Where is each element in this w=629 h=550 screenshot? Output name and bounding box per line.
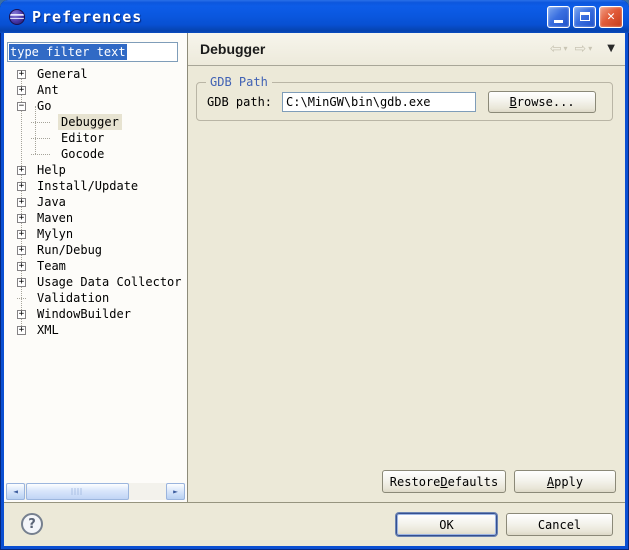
tree-item-label: Help [34,162,69,178]
tree[interactable]: + General + Ant−GoDebuggerEditorGocode + Help… [4,66,186,338]
restore-defaults-mnemonic: D [440,475,447,489]
horizontal-scrollbar[interactable]: ◄ ► [6,483,185,500]
tree-item-label: WindowBuilder [34,306,134,322]
tree-item-label: Install/Update [34,178,141,194]
tree-connector [31,138,50,139]
gdb-path-label: GDB path: [207,95,272,109]
expand-icon[interactable]: + [17,182,26,191]
forward-icon[interactable]: ⇨ [575,42,587,56]
tree-item-label: Mylyn [34,226,76,242]
filter-input[interactable]: type filter text [7,42,178,62]
maximize-button[interactable] [573,6,596,28]
titlebar: Preferences ✕ [0,0,629,33]
browse-label-mnemonic: B [510,95,517,109]
tree-item-general[interactable]: + General [4,66,186,82]
expand-icon[interactable]: + [17,326,26,335]
tree-item-validation[interactable]: Validation [4,290,186,306]
apply-mnemonic: A [547,475,554,489]
tree-item-label: Go [34,98,54,114]
group-title: GDB Path [206,75,272,89]
tree-item-java[interactable]: + Java [4,194,186,210]
expand-icon[interactable]: + [17,166,26,175]
scrollbar-track[interactable] [25,483,166,500]
page-nav-toolbar: ⇦ ▾ ⇨ ▾ ▼ [550,42,615,56]
restore-defaults-label: Restore [390,475,441,489]
apply-button[interactable]: Apply [514,470,616,493]
expand-icon[interactable]: + [17,214,26,223]
gdb-path-group: GDB Path GDB path: Browse... [196,82,613,121]
back-icon[interactable]: ⇦ [550,42,562,56]
tree-item-label: Ant [34,82,62,98]
tree-item-gocode[interactable]: Gocode [4,146,186,162]
tree-item-go[interactable]: −Go [4,98,186,114]
tree-connector [31,122,50,123]
preferences-sidebar: type filter text + General + Ant−GoDebugger… [4,33,188,502]
page-title: Debugger [200,41,265,57]
back-menu-icon[interactable]: ▾ [564,45,568,53]
tree-item-label: Gocode [58,146,107,162]
tree-item-label: Debugger [58,114,122,130]
expand-icon[interactable]: + [17,262,26,271]
expand-icon[interactable]: + [17,246,26,255]
tree-item-xml[interactable]: + XML [4,322,186,338]
tree-item-label: General [34,66,91,82]
scroll-left-button[interactable]: ◄ [6,483,25,500]
tree-item-debugger[interactable]: Debugger [4,114,186,130]
gdb-path-input[interactable] [282,92,476,112]
tree-item-run-debug[interactable]: + Run/Debug [4,242,186,258]
preferences-dialog: Preferences ✕ type filter text +General+… [0,0,629,550]
tree-item-label: Editor [58,130,107,146]
tree-item-team[interactable]: + Team [4,258,186,274]
maximize-icon [580,12,590,21]
tree-item-editor[interactable]: Editor [4,130,186,146]
preference-page: Debugger ⇦ ▾ ⇨ ▾ ▼ GDB Path GDB path: Br… [188,33,625,502]
cancel-button[interactable]: Cancel [506,513,613,536]
collapse-icon[interactable]: − [17,102,26,111]
filter-selected-text: type filter text [9,44,127,60]
dialog-body: type filter text +General+Ant−GoDebugger… [4,33,625,546]
tree-item-label: XML [34,322,62,338]
button-bar: ? OK Cancel [4,502,625,546]
tree-connector [31,154,50,155]
scrollbar-thumb[interactable] [26,483,129,500]
tree-item-label: Team [34,258,69,274]
restore-defaults-label: efaults [448,475,499,489]
minimize-button[interactable] [547,6,570,28]
tree-item-mylyn[interactable]: + Mylyn [4,226,186,242]
tree-item-maven[interactable]: + Maven [4,210,186,226]
minimize-icon [554,20,563,23]
tree-item-label: Java [34,194,69,210]
expand-icon[interactable]: + [17,198,26,207]
tree-item-label: Validation [34,290,112,306]
page-header: Debugger ⇦ ▾ ⇨ ▾ ▼ [188,33,625,66]
tree-connector [17,298,26,299]
expand-icon[interactable]: + [17,70,26,79]
tree-item-windowbuilder[interactable]: + WindowBuilder [4,306,186,322]
expand-icon[interactable]: + [17,278,26,287]
apply-label: pply [554,475,583,489]
tree-item-help[interactable]: + Help [4,162,186,178]
tree-item-label: Run/Debug [34,242,105,258]
expand-icon[interactable]: + [17,230,26,239]
tree-item-label: Usage Data Collector [34,274,185,290]
view-menu-icon[interactable]: ▼ [607,44,615,54]
expand-icon[interactable]: + [17,86,26,95]
tree-item-label: Maven [34,210,76,226]
ok-button[interactable]: OK [396,513,497,536]
tree-item-usage-data-collector[interactable]: + Usage Data Collector [4,274,186,290]
tree-item-ant[interactable]: + Ant [4,82,186,98]
expand-icon[interactable]: + [17,310,26,319]
eclipse-logo-icon [9,9,25,25]
window-title: Preferences [32,8,142,26]
restore-defaults-button[interactable]: Restore Defaults [382,470,506,493]
forward-menu-icon[interactable]: ▾ [588,45,592,53]
tree-item-install-update[interactable]: + Install/Update [4,178,186,194]
browse-button[interactable]: Browse... [488,91,596,113]
help-icon[interactable]: ? [21,513,43,535]
close-button[interactable]: ✕ [599,6,623,28]
browse-label: rowse... [517,95,575,109]
scroll-right-button[interactable]: ► [166,483,185,500]
